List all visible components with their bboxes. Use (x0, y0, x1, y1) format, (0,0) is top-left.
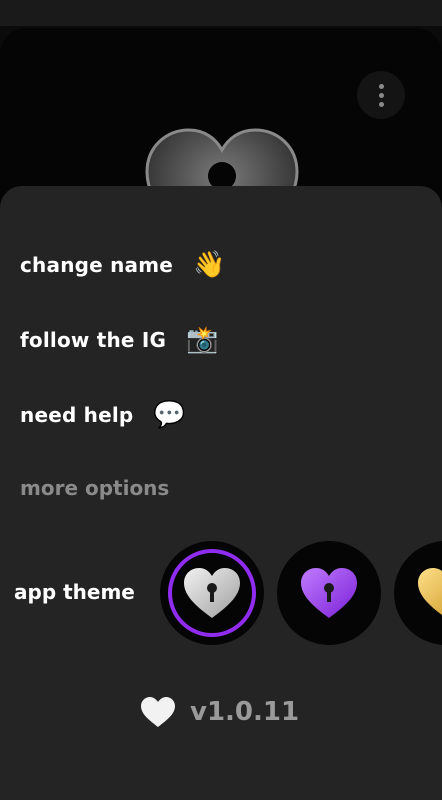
menu-dot (378, 101, 384, 107)
waving-hand-icon: 👋 (193, 250, 226, 280)
camera-flash-icon: 📸 (186, 325, 219, 355)
status-strip (0, 0, 442, 26)
version-number: v1.0.11 (190, 697, 300, 727)
speech-bubble-icon: 💬 (153, 400, 186, 430)
need-help-item[interactable]: need help 💬 (20, 402, 186, 428)
more-options-link[interactable]: more options (20, 476, 169, 500)
heart-icon (141, 697, 175, 727)
gold-heart-lock-icon (418, 568, 442, 616)
change-name-item[interactable]: change name 👋 (20, 252, 226, 278)
follow-ig-label: follow the IG (20, 328, 167, 352)
more-options-button[interactable] (357, 71, 405, 119)
change-name-label: change name (20, 253, 174, 277)
theme-option-silver[interactable] (160, 541, 264, 645)
app-theme-label: app theme (14, 580, 135, 604)
follow-ig-item[interactable]: follow the IG 📸 (20, 327, 219, 353)
theme-option-purple[interactable] (277, 541, 381, 645)
settings-sheet: change name 👋 follow the IG 📸 need help … (0, 186, 442, 800)
need-help-label: need help (20, 403, 134, 427)
menu-dot (378, 92, 384, 98)
menu-dot (378, 83, 384, 89)
silver-heart-lock-icon (184, 568, 240, 618)
theme-option-gold[interactable] (394, 541, 442, 645)
purple-heart-lock-icon (301, 568, 357, 618)
version-footer: v1.0.11 (140, 696, 299, 728)
